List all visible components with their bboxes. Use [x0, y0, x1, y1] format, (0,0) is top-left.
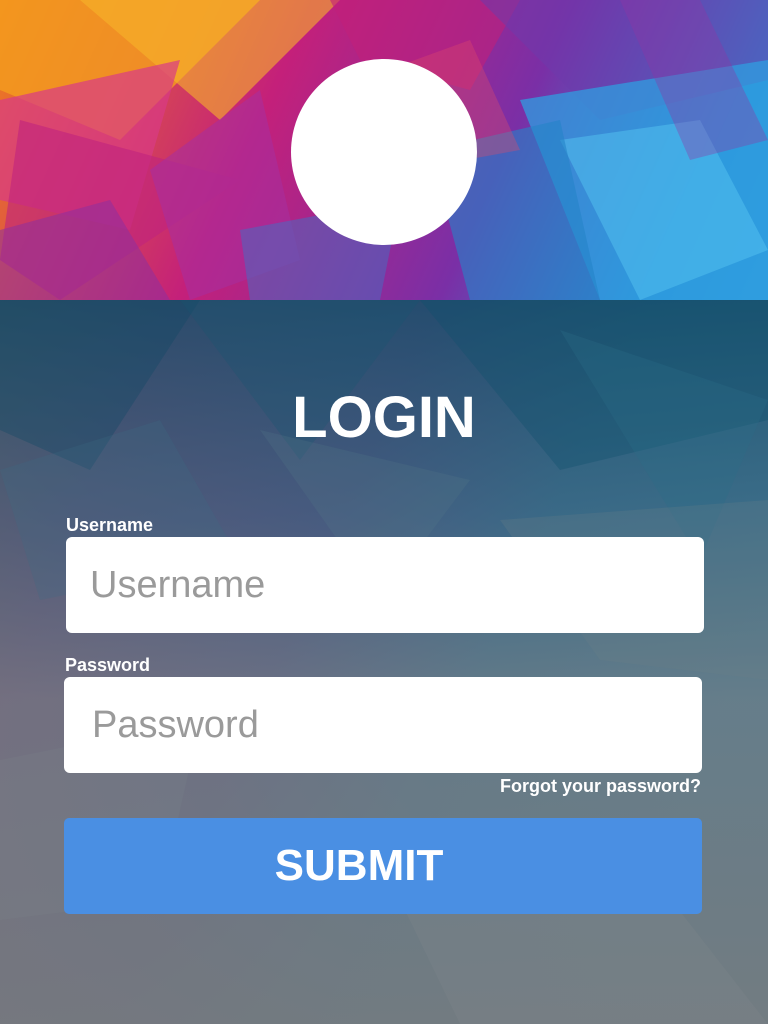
username-label: Username [66, 515, 154, 535]
password-input[interactable] [64, 677, 702, 773]
avatar-icon [291, 59, 477, 245]
password-label: Password [65, 655, 151, 675]
page-title: LOGIN [292, 385, 476, 450]
submit-button[interactable]: SUBMIT [64, 818, 702, 914]
login-screen: LOGIN Username Password Forgot your pass… [0, 0, 768, 1024]
forgot-password-link[interactable]: Forgot your password? [500, 775, 701, 797]
username-input[interactable] [66, 537, 704, 633]
